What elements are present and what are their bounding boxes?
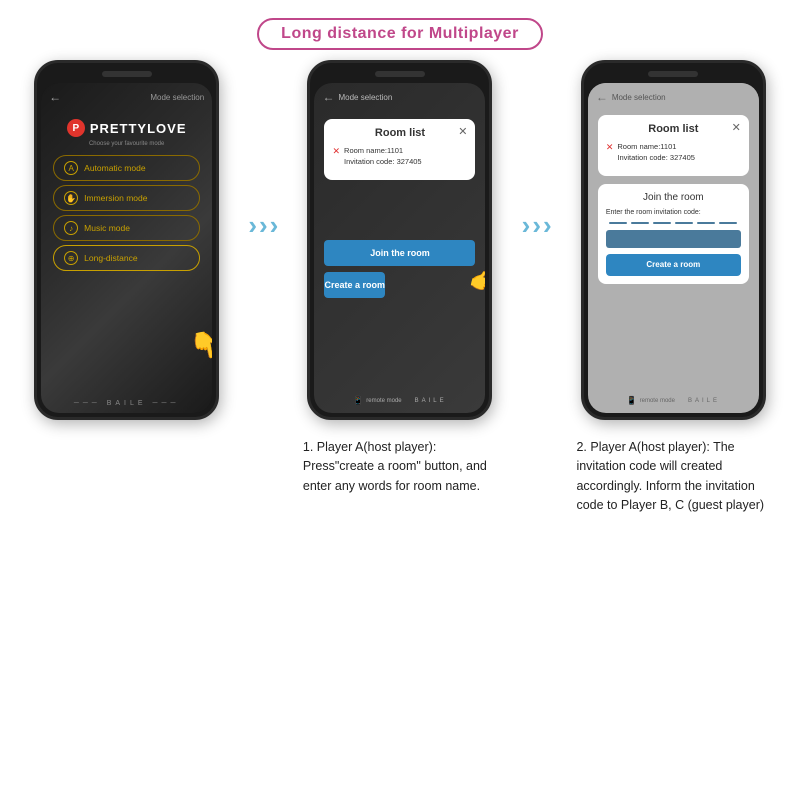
chevrons-2: ››› (522, 210, 552, 241)
room-list-close[interactable]: ✕ (458, 125, 467, 138)
phone1-screen-title: Mode selection (150, 93, 204, 102)
finger-pointer-phone1: 👇 (187, 327, 212, 363)
phone3-wrapper: ← Mode selection Room list ✕ ✕ Room name… (567, 60, 780, 420)
desc-row: 1. Player A(host player): Press"create a… (0, 420, 800, 516)
code-dash-2 (631, 222, 649, 224)
desc-text-2: 2. Player A(host player): The invitation… (576, 438, 770, 516)
phone3-footer-label: remote mode (640, 398, 675, 404)
phone3-bg: ← Mode selection Room list ✕ ✕ Room name… (588, 83, 759, 413)
phone3-frame: ← Mode selection Room list ✕ ✕ Room name… (581, 60, 766, 420)
phone3-room-modal: Room list ✕ ✕ Room name:1101 Invitation … (598, 115, 749, 176)
mode-label-music: Music mode (84, 223, 130, 233)
room-item-x: ✕ (332, 146, 340, 157)
phone1-frame: ← Mode selection P PRETTYLOVE Choose you… (34, 60, 219, 420)
mode-label-longdist: Long-distance (84, 253, 137, 263)
phone3-create-btn[interactable]: Create a room (606, 254, 741, 276)
logo-text: PRETTYLOVE (90, 121, 187, 136)
code-dash-1 (609, 222, 627, 224)
phone3-remote-icon: 📱 (627, 396, 637, 405)
title-area: Long distance for Multiplayer (0, 0, 800, 50)
phone3-code-input[interactable] (606, 222, 741, 224)
phone2-room-modal: Room list ✕ ✕ Room name:1101 Invitation … (324, 119, 475, 180)
code-dash-5 (697, 222, 715, 224)
phone3-item-x: ✕ (606, 142, 614, 153)
desc-block-2: 2. Player A(host player): The invitation… (566, 430, 780, 516)
finger-pointer-phone2: 👈 (467, 266, 485, 298)
phone3-invitation: Invitation code: 327405 (617, 152, 695, 163)
arrow2: ››› (507, 210, 567, 241)
phone2-buttons: Join the room Create a room 👈 (314, 240, 485, 298)
desc-block-1: 1. Player A(host player): Press"create a… (293, 430, 507, 516)
phone2-back-icon[interactable]: ← (322, 90, 334, 104)
room-list-item: ✕ Room name:1101 Invitation code: 327405 (332, 145, 467, 168)
phone1-subtitle: Choose your favourite mode (41, 141, 212, 147)
mode-label-immersion: Immersion mode (84, 193, 147, 203)
code-dash-4 (675, 222, 693, 224)
phone3-header: ← Mode selection (588, 83, 759, 111)
room-name: Room name:1101 (344, 145, 422, 156)
phone3-room-item: ✕ Room name:1101 Invitation code: 327405 (606, 141, 741, 164)
arrow-spacer-2 (506, 430, 566, 516)
room-invitation: Invitation code: 327405 (344, 156, 422, 167)
phone2-footer: 📱 remote mode BAILE (314, 396, 485, 405)
phone2-brand: BAILE (415, 398, 447, 404)
room-list-info: Room name:1101 Invitation code: 327405 (344, 145, 422, 168)
phone1-logo: P PRETTYLOVE (41, 111, 212, 141)
logo-icon: P (67, 119, 85, 137)
music-icon: ♪ (64, 221, 78, 235)
join-room-button[interactable]: Join the room (324, 240, 475, 266)
phone3-footer: 📱 remote mode BAILE (588, 396, 759, 405)
phone3-input-label: Enter the room invitation code: (606, 209, 741, 216)
phone2-screen: ← Mode selection Room list ✕ ✕ Room name… (314, 83, 485, 413)
phone3-join-title: Join the room (606, 192, 741, 203)
create-room-button[interactable]: Create a room (324, 272, 385, 298)
phone3-close[interactable]: ✕ (732, 121, 741, 134)
longdist-icon: ⊕ (64, 251, 78, 265)
chevrons-1: ››› (248, 210, 278, 241)
phone3-room-name: Room name:1101 (617, 141, 695, 152)
phone2-bg: ← Mode selection Room list ✕ ✕ Room name… (314, 83, 485, 413)
phone2-screen-title: Mode selection (338, 93, 392, 102)
phone3-room-info: Room name:1101 Invitation code: 327405 (617, 141, 695, 164)
immersion-icon: ✋ (64, 191, 78, 205)
desc-spacer-left (20, 430, 233, 516)
mode-label-auto: Automatic mode (84, 163, 145, 173)
phone1-back-icon[interactable]: ← (49, 90, 61, 104)
phone3-join-section: Join the room Enter the room invitation … (598, 184, 749, 284)
arrow1: ››› (233, 210, 293, 241)
phones-row: ← Mode selection P PRETTYLOVE Choose you… (0, 60, 800, 420)
phone1-footer: ─── BAILE ─── (41, 400, 212, 407)
phone1-wrapper: ← Mode selection P PRETTYLOVE Choose you… (20, 60, 233, 420)
phone2-header: ← Mode selection (314, 83, 485, 111)
phone3-screen-title: Mode selection (612, 93, 666, 102)
desc-text-1: 1. Player A(host player): Press"create a… (303, 438, 497, 496)
phone2-frame: ← Mode selection Room list ✕ ✕ Room name… (307, 60, 492, 420)
code-dash-3 (653, 222, 671, 224)
phone3-brand: BAILE (688, 398, 720, 404)
room-list-title: Room list (332, 127, 467, 139)
remote-icon: 📱 (353, 396, 363, 405)
mode-btn-automatic[interactable]: A Automatic mode (53, 155, 200, 181)
phone2-footer-label: remote mode (366, 398, 401, 404)
phone1-bg: ← Mode selection P PRETTYLOVE Choose you… (41, 83, 212, 413)
phone3-room-title: Room list (606, 123, 741, 135)
code-dash-6 (719, 222, 737, 224)
phone3-back-icon[interactable]: ← (596, 90, 608, 104)
phone2-wrapper: ← Mode selection Room list ✕ ✕ Room name… (293, 60, 506, 420)
phone3-blue-bar (606, 230, 741, 248)
mode-btn-immersion[interactable]: ✋ Immersion mode (53, 185, 200, 211)
arrow-spacer-1 (233, 430, 293, 516)
auto-icon: A (64, 161, 78, 175)
title-badge: Long distance for Multiplayer (257, 18, 543, 50)
phone3-screen: ← Mode selection Room list ✕ ✕ Room name… (588, 83, 759, 413)
phone1-header: ← Mode selection (41, 83, 212, 111)
phone1-screen: ← Mode selection P PRETTYLOVE Choose you… (41, 83, 212, 413)
mode-btn-music[interactable]: ♪ Music mode (53, 215, 200, 241)
mode-btn-longdistance[interactable]: ⊕ Long-distance (53, 245, 200, 271)
